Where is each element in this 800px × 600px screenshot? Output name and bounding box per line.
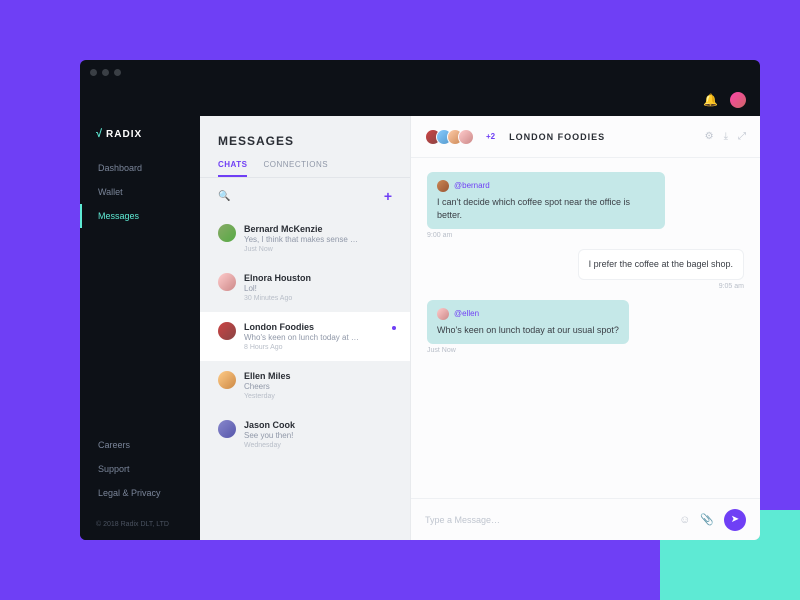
participant-avatar [458,129,474,145]
chat-info: Jason Cook See you then! Wednesday [244,420,392,449]
message-text: I can't decide which coffee spot near th… [437,196,655,221]
chat-item[interactable]: Bernard McKenzie Yes, I think that makes… [200,214,410,263]
nav-legal[interactable]: Legal & Privacy [80,481,200,505]
expand-icon[interactable]: ⤢ [738,131,746,142]
nav-dashboard[interactable]: Dashboard [80,156,200,180]
message-received: @ellen Who's keen on lunch today at our … [427,300,629,355]
message-input[interactable]: Type a Message… [425,515,669,525]
chat-item[interactable]: Jason Cook See you then! Wednesday [200,410,410,459]
chat-avatar [218,224,236,242]
chat-info: Bernard McKenzie Yes, I think that makes… [244,224,392,253]
tab-chats[interactable]: CHATS [218,160,247,177]
message-text: Who's keen on lunch today at our usual s… [437,324,619,337]
search-icon[interactable]: 🔍 [218,191,230,202]
chat-time: Yesterday [244,393,392,400]
nav-support[interactable]: Support [80,457,200,481]
copyright: © 2018 Radix DLT, LTD [80,513,200,532]
nav-messages[interactable]: Messages [80,204,200,228]
chat-preview: Lol! [244,284,392,293]
chat-item[interactable]: Ellen Miles Cheers Yesterday [200,361,410,410]
chat-preview: See you then! [244,431,392,440]
chat-name: Ellen Miles [244,371,392,381]
app-header: 🔔 [80,84,760,116]
send-button[interactable]: ➤ [724,509,746,531]
attachment-icon[interactable]: 📎 [700,513,714,526]
message-bubble: @bernard I can't decide which coffee spo… [427,172,665,229]
tabs: CHATS CONNECTIONS [200,160,410,178]
sender-avatar [437,180,449,192]
messages-area: @bernard I can't decide which coffee spo… [411,158,760,498]
close-dot[interactable] [90,69,97,76]
chat-avatar [218,420,236,438]
nav-main: Dashboard Wallet Messages [80,156,200,433]
sender-name: @ellen [454,308,479,319]
composer: Type a Message… ☺ 📎 ➤ [411,498,760,540]
chat-avatar [218,273,236,291]
chat-name: Elnora Houston [244,273,392,283]
maximize-dot[interactable] [114,69,121,76]
chat-list: Bernard McKenzie Yes, I think that makes… [200,214,410,540]
message-sent: I prefer the coffee at the bagel shop. 9… [578,249,744,290]
search-row: 🔍 + [200,178,410,214]
conversation-panel: +2 LONDON FOODIES ⚙ ⤓ ⤢ @bernard [410,116,760,540]
chat-avatar [218,322,236,340]
tab-connections[interactable]: CONNECTIONS [263,160,328,177]
extra-participants: +2 [486,132,495,141]
conversation-title: LONDON FOODIES [509,132,605,142]
sender-avatar [437,308,449,320]
message-header: @bernard [437,180,655,192]
chat-name: Jason Cook [244,420,392,430]
message-bubble: @ellen Who's keen on lunch today at our … [427,300,629,345]
nav-careers[interactable]: Careers [80,433,200,457]
chat-name: Bernard McKenzie [244,224,392,234]
nav-wallet[interactable]: Wallet [80,180,200,204]
logo-text: RADIX [106,129,142,140]
sidebar: √ RADIX Dashboard Wallet Messages Career… [80,116,200,540]
message-time: 9:00 am [427,232,665,239]
content: MESSAGES CHATS CONNECTIONS 🔍 + Bernard M… [200,116,760,540]
message-bubble: I prefer the coffee at the bagel shop. [578,249,744,280]
chat-info: Ellen Miles Cheers Yesterday [244,371,392,400]
chat-time: 30 Minutes Ago [244,295,392,302]
chat-item-active[interactable]: London Foodies Who's keen on lunch today… [200,312,410,361]
messages-panel: MESSAGES CHATS CONNECTIONS 🔍 + Bernard M… [200,116,410,540]
chat-preview: Cheers [244,382,392,391]
conversation-header: +2 LONDON FOODIES ⚙ ⤓ ⤢ [411,116,760,158]
chat-time: Wednesday [244,442,392,449]
bell-icon[interactable]: 🔔 [703,93,718,107]
avatar-stack [425,129,474,145]
download-icon[interactable]: ⤓ [724,131,728,142]
window-titlebar [80,60,760,84]
message-received: @bernard I can't decide which coffee spo… [427,172,665,239]
message-header: @ellen [437,308,619,320]
nav-bottom: Careers Support Legal & Privacy [80,433,200,513]
chat-time: Just Now [244,246,392,253]
logo-mark: √ [96,128,102,140]
sender-name: @bernard [454,180,490,191]
chat-item[interactable]: Elnora Houston Lol! 30 Minutes Ago [200,263,410,312]
chat-preview: Who's keen on lunch today at … [244,333,392,342]
conversation-actions: ⚙ ⤓ ⤢ [705,131,746,142]
add-chat-button[interactable]: + [384,188,392,204]
app-window: 🔔 √ RADIX Dashboard Wallet Messages Care… [80,60,760,540]
chat-preview: Yes, I think that makes sense … [244,235,392,244]
logo: √ RADIX [80,124,200,156]
chat-avatar [218,371,236,389]
message-text: I prefer the coffee at the bagel shop. [589,258,733,271]
message-time: 9:05 am [578,283,744,290]
app-body: √ RADIX Dashboard Wallet Messages Career… [80,116,760,540]
settings-icon[interactable]: ⚙ [705,131,714,142]
chat-time: 8 Hours Ago [244,344,392,351]
user-avatar[interactable] [730,92,746,108]
emoji-icon[interactable]: ☺ [679,514,690,526]
chat-info: Elnora Houston Lol! 30 Minutes Ago [244,273,392,302]
chat-info: London Foodies Who's keen on lunch today… [244,322,392,351]
messages-title: MESSAGES [200,134,410,160]
chat-name: London Foodies [244,322,392,332]
minimize-dot[interactable] [102,69,109,76]
message-time: Just Now [427,347,629,354]
